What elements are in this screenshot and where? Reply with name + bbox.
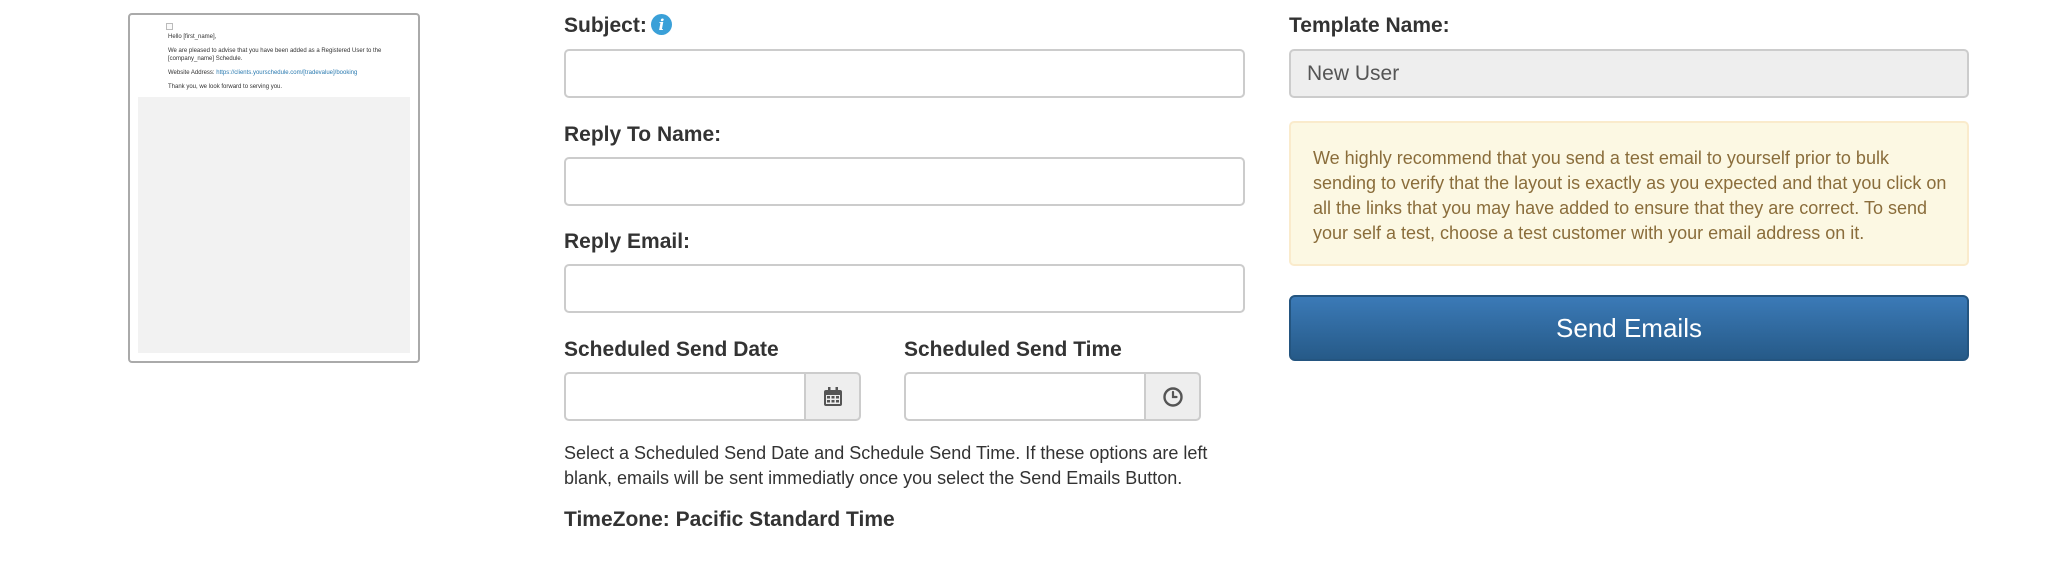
timezone-value: Pacific Standard Time — [675, 508, 895, 531]
preview-website-link[interactable]: https://clients.yourschedule.com/[tradev… — [216, 70, 357, 76]
send-date-label: Scheduled Send Date — [564, 338, 779, 361]
subject-input[interactable] — [564, 49, 1245, 98]
clock-icon — [1162, 386, 1183, 407]
calendar-icon — [823, 386, 842, 406]
timezone: TimeZone: Pacific Standard Time — [564, 508, 895, 532]
email-preview: Hello [first_name], We are pleased to ad… — [128, 13, 420, 363]
reply-email-input[interactable] — [564, 264, 1245, 313]
schedule-help-text: Select a Scheduled Send Date and Schedul… — [564, 443, 1208, 488]
calendar-button[interactable] — [804, 372, 861, 421]
template-name-input[interactable]: New User — [1289, 49, 1969, 98]
send-time-label: Scheduled Send Time — [904, 338, 1122, 361]
clock-button[interactable] — [1144, 372, 1201, 421]
email-preview-canvas: Hello [first_name], We are pleased to ad… — [138, 21, 410, 353]
send-date-input[interactable] — [564, 372, 806, 421]
preview-message: We are pleased to advise that you have b… — [168, 48, 382, 62]
preview-website: Website Address: https://clients.yoursch… — [168, 69, 410, 77]
test-email-warning: We highly recommend that you send a test… — [1289, 121, 1969, 266]
info-icon[interactable]: i — [651, 14, 672, 35]
timezone-label: TimeZone: — [564, 508, 670, 531]
reply-to-name-input[interactable] — [564, 157, 1245, 206]
subject-label: Subject: — [564, 14, 647, 37]
reply-to-name-label: Reply To Name: — [564, 123, 722, 146]
preview-website-label: Website Address: — [168, 70, 215, 76]
preview-logo-image — [166, 23, 173, 30]
preview-greeting: Hello [first_name], — [168, 34, 217, 40]
template-name-label: Template Name: — [1289, 14, 1450, 37]
send-time-input[interactable] — [904, 372, 1146, 421]
preview-closing: Thank you, we look forward to serving yo… — [168, 84, 283, 90]
email-preview-body: Hello [first_name], We are pleased to ad… — [138, 21, 410, 97]
template-name-input-value: New User — [1307, 61, 1400, 85]
reply-email-label: Reply Email: — [564, 230, 691, 253]
send-emails-button[interactable]: Send Emails — [1289, 295, 1969, 361]
